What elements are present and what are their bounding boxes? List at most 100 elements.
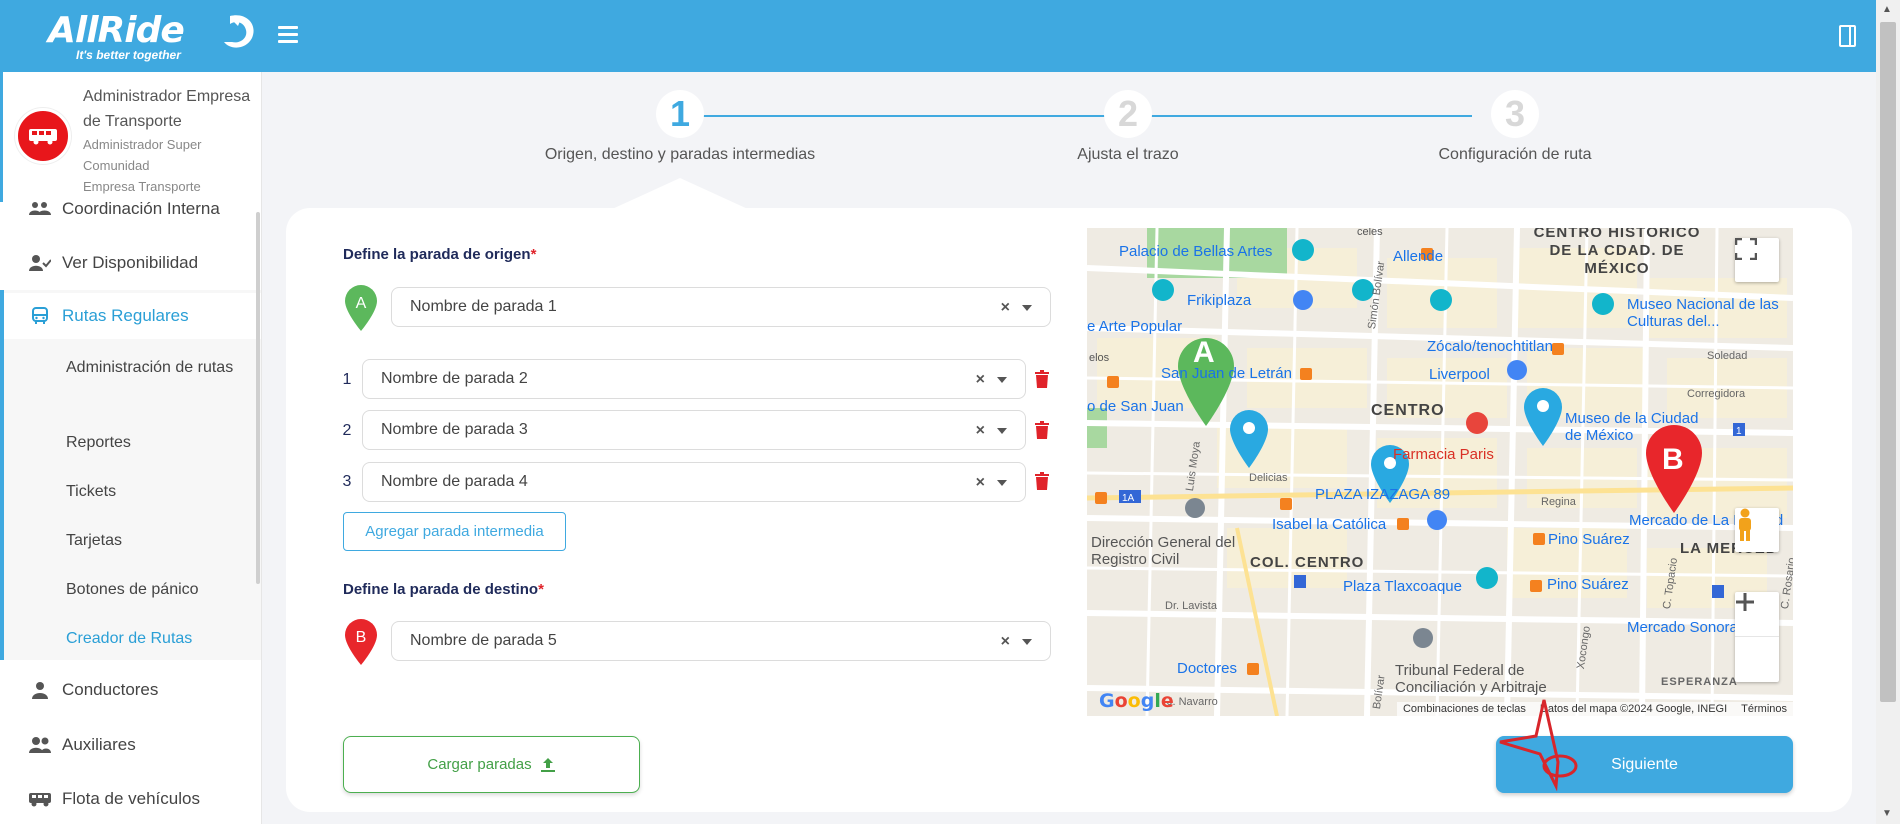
load-stops-button[interactable]: Cargar paradas — [343, 736, 640, 793]
marker-a-icon: A — [345, 285, 377, 331]
add-intermediate-stop-button[interactable]: Agregar parada intermedia — [343, 512, 566, 551]
step-2-circle[interactable]: 2 — [1104, 90, 1152, 138]
sidebar-subitem-tickets[interactable]: Tickets — [66, 479, 246, 505]
trash-icon[interactable] — [1034, 370, 1050, 388]
sidebar-item-conductores[interactable]: Conductores — [0, 667, 261, 713]
intermediate-stop-select-1[interactable]: Nombre de parada 2 × — [362, 359, 1026, 399]
map-label-mercado-sonora: Mercado Sonora — [1627, 619, 1738, 636]
origin-stop-select[interactable]: Nombre de parada 1 × — [391, 287, 1051, 327]
sidebar-item-flota[interactable]: Flota de vehículos — [0, 776, 261, 822]
map-label-plaza-izazaga: PLAZA IZAZAGA 89 — [1315, 486, 1451, 503]
window-scroll-thumb[interactable] — [1880, 22, 1896, 702]
sidebar-subitem-creador-rutas[interactable]: Creador de Rutas — [66, 626, 246, 652]
map-label-centro-historico: CENTRO HISTÓRICO DE LA CDAD. DE MÉXICO — [1533, 228, 1701, 277]
clear-icon[interactable]: × — [976, 422, 985, 440]
sidebar-subitem-tarjetas[interactable]: Tarjetas — [66, 528, 246, 554]
chevron-down-icon[interactable] — [997, 480, 1007, 486]
sidebar-toggle-icon[interactable] — [1838, 24, 1858, 48]
driver-icon — [28, 681, 52, 699]
map-marker-b-label[interactable]: B — [1662, 445, 1684, 475]
clear-icon[interactable]: × — [1001, 633, 1010, 651]
map-label-san-juan: o de San Juan — [1087, 398, 1184, 415]
user-check-icon — [28, 254, 52, 272]
map-label-regina: Regina — [1541, 496, 1576, 508]
sidebar-subitem-botones-panico[interactable]: Botones de pánico — [66, 577, 246, 603]
chevron-down-icon[interactable] — [997, 428, 1007, 434]
origin-section-title: Define la parada de origen* — [343, 246, 536, 263]
chevron-down-icon[interactable] — [997, 377, 1007, 383]
zoom-out-button[interactable] — [1735, 600, 1779, 682]
route-map[interactable]: A B Palacio de Bellas Artes celes Allend… — [1087, 228, 1793, 716]
brand-name: AllRide — [48, 10, 185, 51]
sidebar-item-coordinacion[interactable]: Coordinación Interna — [0, 186, 261, 232]
destination-title-text: Define la parada de destino — [343, 581, 539, 598]
map-road-shield-1a: 1A — [1122, 493, 1135, 504]
sidebar-item-rutas-regulares[interactable]: Rutas Regulares — [0, 293, 261, 339]
map-label-los: elos — [1089, 352, 1110, 364]
step-1-label: Origen, destino y paradas intermedias — [544, 146, 816, 163]
map-label-frikiplaza: Frikiplaza — [1187, 292, 1252, 309]
sidebar-item-label: Auxiliares — [62, 735, 136, 754]
brand-mark-icon — [224, 15, 254, 48]
map-label-tribunal: Tribunal Federal de Conciliación y Arbit… — [1395, 662, 1547, 696]
team-icon — [28, 201, 52, 217]
chevron-down-icon[interactable] — [1022, 639, 1032, 645]
sidebar-item-label: Conductores — [62, 680, 159, 699]
map-label-pino-1: Pino Suárez — [1548, 531, 1630, 548]
step-1-circle[interactable]: 1 — [656, 90, 704, 138]
step-3-circle[interactable]: 3 — [1491, 90, 1539, 138]
step-3-label: Configuración de ruta — [1438, 146, 1592, 163]
scroll-up-icon[interactable]: ▲ — [1882, 4, 1892, 15]
intermediate-stop-value: Nombre de parada 3 — [381, 421, 528, 438]
stepper-line-1 — [700, 115, 1120, 117]
sidebar-item-disponibilidad[interactable]: Ver Disponibilidad — [0, 240, 261, 286]
sidebar-subitem-administracion[interactable]: Administración de rutas — [66, 355, 246, 381]
map-road-shield-1: 1 — [1736, 426, 1742, 437]
map-label-esperanza: ESPERANZA — [1661, 676, 1738, 688]
chevron-down-icon[interactable] — [1022, 305, 1032, 311]
pegman-icon — [1739, 508, 1751, 541]
fullscreen-button[interactable] — [1735, 238, 1779, 282]
intermediate-stop-select-2[interactable]: Nombre de parada 3 × — [362, 410, 1026, 450]
street-view-button[interactable] — [1735, 508, 1779, 552]
map-label-museo-culturas: Museo Nacional de las Culturas del... — [1627, 296, 1779, 330]
destination-stop-value: Nombre de parada 5 — [410, 632, 557, 649]
brand-logo[interactable]: AllRide It's better together — [48, 10, 254, 62]
trash-icon[interactable] — [1034, 472, 1050, 490]
bus-icon — [28, 306, 52, 326]
stepper-line-2 — [1148, 115, 1472, 117]
destination-stop-select[interactable]: Nombre de parada 5 × — [391, 621, 1051, 661]
sidebar-item-label: Rutas Regulares — [62, 306, 189, 325]
map-label-pino-2: Pino Suárez — [1547, 576, 1629, 593]
map-label-conceles: celes — [1357, 228, 1383, 238]
map-label-lavista: Dr. Lavista — [1165, 600, 1217, 612]
sidebar-item-auxiliares[interactable]: Auxiliares — [0, 722, 261, 768]
clear-icon[interactable]: × — [976, 371, 985, 389]
active-step-notch — [610, 178, 750, 210]
map-label-isabel: Isabel la Católica — [1272, 516, 1387, 533]
menu-toggle-icon[interactable] — [278, 26, 298, 44]
profile-role-text: Administrador Super Comunidad — [83, 137, 202, 173]
zoom-controls — [1735, 592, 1779, 682]
profile-name: Administrador Empresa de Transporte — [83, 88, 251, 130]
avatar — [15, 108, 71, 164]
scroll-down-icon[interactable]: ▼ — [1882, 808, 1892, 819]
clear-icon[interactable]: × — [976, 474, 985, 492]
intermediate-stop-select-3[interactable]: Nombre de parada 4 × — [362, 462, 1026, 502]
sidebar-scrollbar[interactable] — [256, 212, 260, 584]
step-2-label: Ajusta el trazo — [1077, 146, 1179, 163]
clear-icon[interactable]: × — [1001, 299, 1010, 317]
map-marker-a-label[interactable]: A — [1193, 338, 1215, 368]
map-label-farmacia: Farmacia Paris — [1393, 446, 1494, 463]
trash-icon[interactable] — [1034, 421, 1050, 439]
sidebar-subitem-reportes[interactable]: Reportes — [66, 430, 246, 456]
map-terms-link[interactable]: Términos — [1741, 703, 1787, 715]
van-icon — [28, 791, 52, 807]
required-mark: * — [538, 581, 544, 598]
map-label-centro: CENTRO — [1371, 402, 1445, 419]
map-label-navarro: J. Navarro — [1167, 696, 1218, 708]
annotation-cursor-icon — [1499, 699, 1578, 792]
map-label-palacio: Palacio de Bellas Artes — [1119, 243, 1273, 260]
user-profile[interactable]: Administrador Empresa de Transporte Admi… — [0, 72, 261, 202]
intermediate-stop-value: Nombre de parada 2 — [381, 370, 528, 387]
